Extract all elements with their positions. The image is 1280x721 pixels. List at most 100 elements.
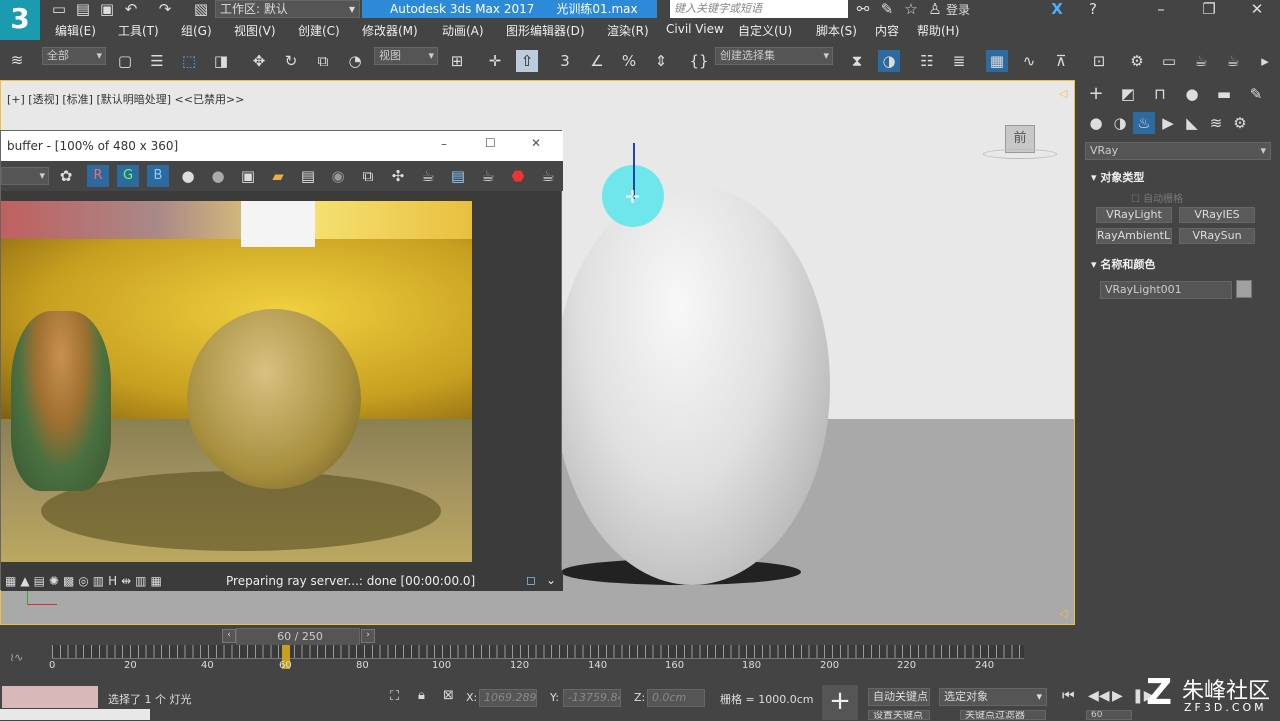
workspace-dropdown[interactable]: 工作区: 默认 ▾ [215,0,360,18]
mirror-icon[interactable]: ⧗ [846,50,868,72]
app-logo[interactable]: 3 [0,0,40,40]
y-coordinate-field[interactable]: -13759.848 [563,689,621,707]
key-mode-dropdown[interactable]: 选定对象 ▾ [939,688,1047,706]
alpha-white-icon[interactable]: ● [177,165,199,187]
scale-icon[interactable]: ⧉ [312,50,334,72]
vfb-collapse-icon[interactable]: ⌄ [546,573,556,587]
placement-icon[interactable]: ◔ [344,50,366,72]
restore-icon[interactable]: ❐ [1198,0,1220,20]
hierarchy-tab-icon[interactable]: ⊓ [1149,83,1171,105]
menu-content[interactable]: 内容 [875,22,899,39]
vfb-region-icon[interactable]: ⧉ [357,165,379,187]
auto-key-button[interactable]: 自动关键点 [868,688,930,706]
menu-tools[interactable]: 工具(T) [118,22,159,39]
edit-named-selection-icon[interactable]: {} [688,50,710,72]
ribbon-toggle-icon[interactable]: ▦ [986,50,1008,72]
display-tab-icon[interactable]: ▬ [1213,83,1235,105]
menu-group[interactable]: 组(G) [181,22,212,39]
z-coordinate-field[interactable]: 0.0cm [647,689,705,707]
vfb-history-icon[interactable]: ▤ [447,165,469,187]
next-frame-button[interactable]: › [361,629,375,643]
geometry-icon[interactable]: ● [1085,112,1107,134]
vfb-render-last-icon[interactable]: ☕ [417,165,439,187]
vraysun-button[interactable]: VRaySun [1179,228,1255,244]
vfb-render-icon[interactable]: ☕ [537,165,559,187]
key-filters-button[interactable]: 关键点过滤器 [960,710,1046,720]
save-icon[interactable]: ▣ [96,0,118,20]
scene-explorer-icon[interactable]: ☷ [916,50,938,72]
add-time-tag-icon[interactable]: + [822,685,858,720]
pivot-center-icon[interactable]: ⊞ [446,50,468,72]
select-object-icon[interactable]: ▢ [114,50,136,72]
vfb-track-mouse-icon[interactable]: ◉ [327,165,349,187]
vray-frame-buffer-window[interactable]: buffer - [100% of 480 x 360] – ☐ ✕ ▾ ✿ R… [0,130,563,592]
angle-snap-icon[interactable]: ∠ [586,50,608,72]
create-tab-icon[interactable]: + [1085,83,1107,105]
material-editor-icon[interactable]: ⊡ [1088,50,1110,72]
shapes-icon[interactable]: ◑ [1109,112,1131,134]
systems-icon[interactable]: ⚙ [1229,112,1251,134]
vrayambientlight-button[interactable]: RayAmbientLigh [1096,228,1172,244]
rotate-icon[interactable]: ↻ [280,50,302,72]
window-crossing-icon[interactable]: ◨ [210,50,232,72]
rectangular-region-icon[interactable]: ⬚ [178,50,200,72]
set-key-button[interactable]: 设置关键点 [868,710,930,720]
previous-frame-icon[interactable]: ◀︎◀︎ [1088,688,1110,704]
layer-explorer-icon[interactable]: ≣ [948,50,970,72]
move-icon[interactable]: ✥ [248,50,270,72]
vfb-maximize-icon[interactable]: ☐ [485,136,496,150]
redo-icon[interactable]: ↷ [154,0,176,20]
mono-icon[interactable]: ● [207,165,229,187]
favorites-icon[interactable]: ☆ [900,0,922,20]
menu-civil-view[interactable]: Civil View [666,22,724,36]
select-manipulate-icon[interactable]: ✛ [484,50,506,72]
undo-icon[interactable]: ↶ [120,0,142,20]
menu-edit[interactable]: 编辑(E) [55,22,96,39]
project-icon[interactable]: ▧ [190,0,212,20]
user-icon[interactable]: ♙ [924,0,946,20]
vfb-stop-icon[interactable]: ⬣ [507,165,529,187]
search-input[interactable]: 键入关键字或短语 [670,0,848,18]
spinner-snap-icon[interactable]: ⇕ [650,50,672,72]
curve-editor-icon[interactable]: ∿ [1018,50,1040,72]
category-dropdown[interactable]: VRay ▾ [1085,142,1271,160]
viewport-label[interactable]: [+] [透视] [标准] [默认明暗处理] <<已禁用>> [7,91,244,107]
menu-customize[interactable]: 自定义(U) [738,22,792,39]
motion-tab-icon[interactable]: ● [1181,83,1203,105]
vfb-close-icon[interactable]: ✕ [531,136,541,150]
render-iterative-icon[interactable]: ☕ [1222,50,1244,72]
vfb-clear-icon[interactable]: ▤ [297,165,319,187]
menu-rendering[interactable]: 渲染(R) [607,22,649,39]
schematic-view-icon[interactable]: ⊼ [1050,50,1072,72]
login-label[interactable]: 登录 [946,1,970,18]
open-file-icon[interactable]: ▤ [72,0,94,20]
menu-scripting[interactable]: 脚本(S) [816,22,857,39]
minimize-icon[interactable]: – [1150,0,1172,20]
render-production-icon[interactable]: ☕ [1190,50,1212,72]
new-file-icon[interactable]: ▭ [48,0,70,20]
menu-modifiers[interactable]: 修改器(M) [362,22,418,39]
sphere-object[interactable] [554,185,830,585]
menu-help[interactable]: 帮助(H) [917,22,959,39]
lights-icon[interactable]: ♨ [1133,112,1155,134]
vfb-status-icons[interactable]: ▦▲▤✺▩◎▥H⇹▥▦ [5,570,215,592]
modify-tab-icon[interactable]: ◩ [1117,83,1139,105]
utilities-tab-icon[interactable]: ✎ [1245,83,1267,105]
color-channels-icon[interactable]: ✿ [55,165,77,187]
vfb-bucket-icon[interactable]: ✣ [387,165,409,187]
vfb-channel-dropdown[interactable]: ▾ [1,167,49,185]
render-active-shade-icon[interactable]: ▸ [1254,50,1276,72]
helpers-icon[interactable]: ◣ [1181,112,1203,134]
named-selection-dropdown[interactable]: 创建选择集 ▾ [715,47,833,65]
vfb-title-bar[interactable]: buffer - [100% of 480 x 360] – ☐ ✕ [1,131,563,161]
communication-icon[interactable]: ✎ [876,0,898,20]
menu-views[interactable]: 视图(V) [234,22,276,39]
vfb-minimize-icon[interactable]: – [441,137,447,151]
blue-channel-button[interactable]: B [147,165,169,187]
go-to-start-icon[interactable]: ⏮︎ [1062,688,1075,704]
rollout-name-color[interactable]: ▾ 名称和颜色 [1091,256,1155,272]
cameras-icon[interactable]: ▶ [1157,112,1179,134]
rollout-object-type[interactable]: ▾ 对象类型 [1091,169,1144,185]
prev-frame-button[interactable]: ‹ [222,629,236,643]
isolate-icon[interactable]: ⛶ [390,689,399,704]
